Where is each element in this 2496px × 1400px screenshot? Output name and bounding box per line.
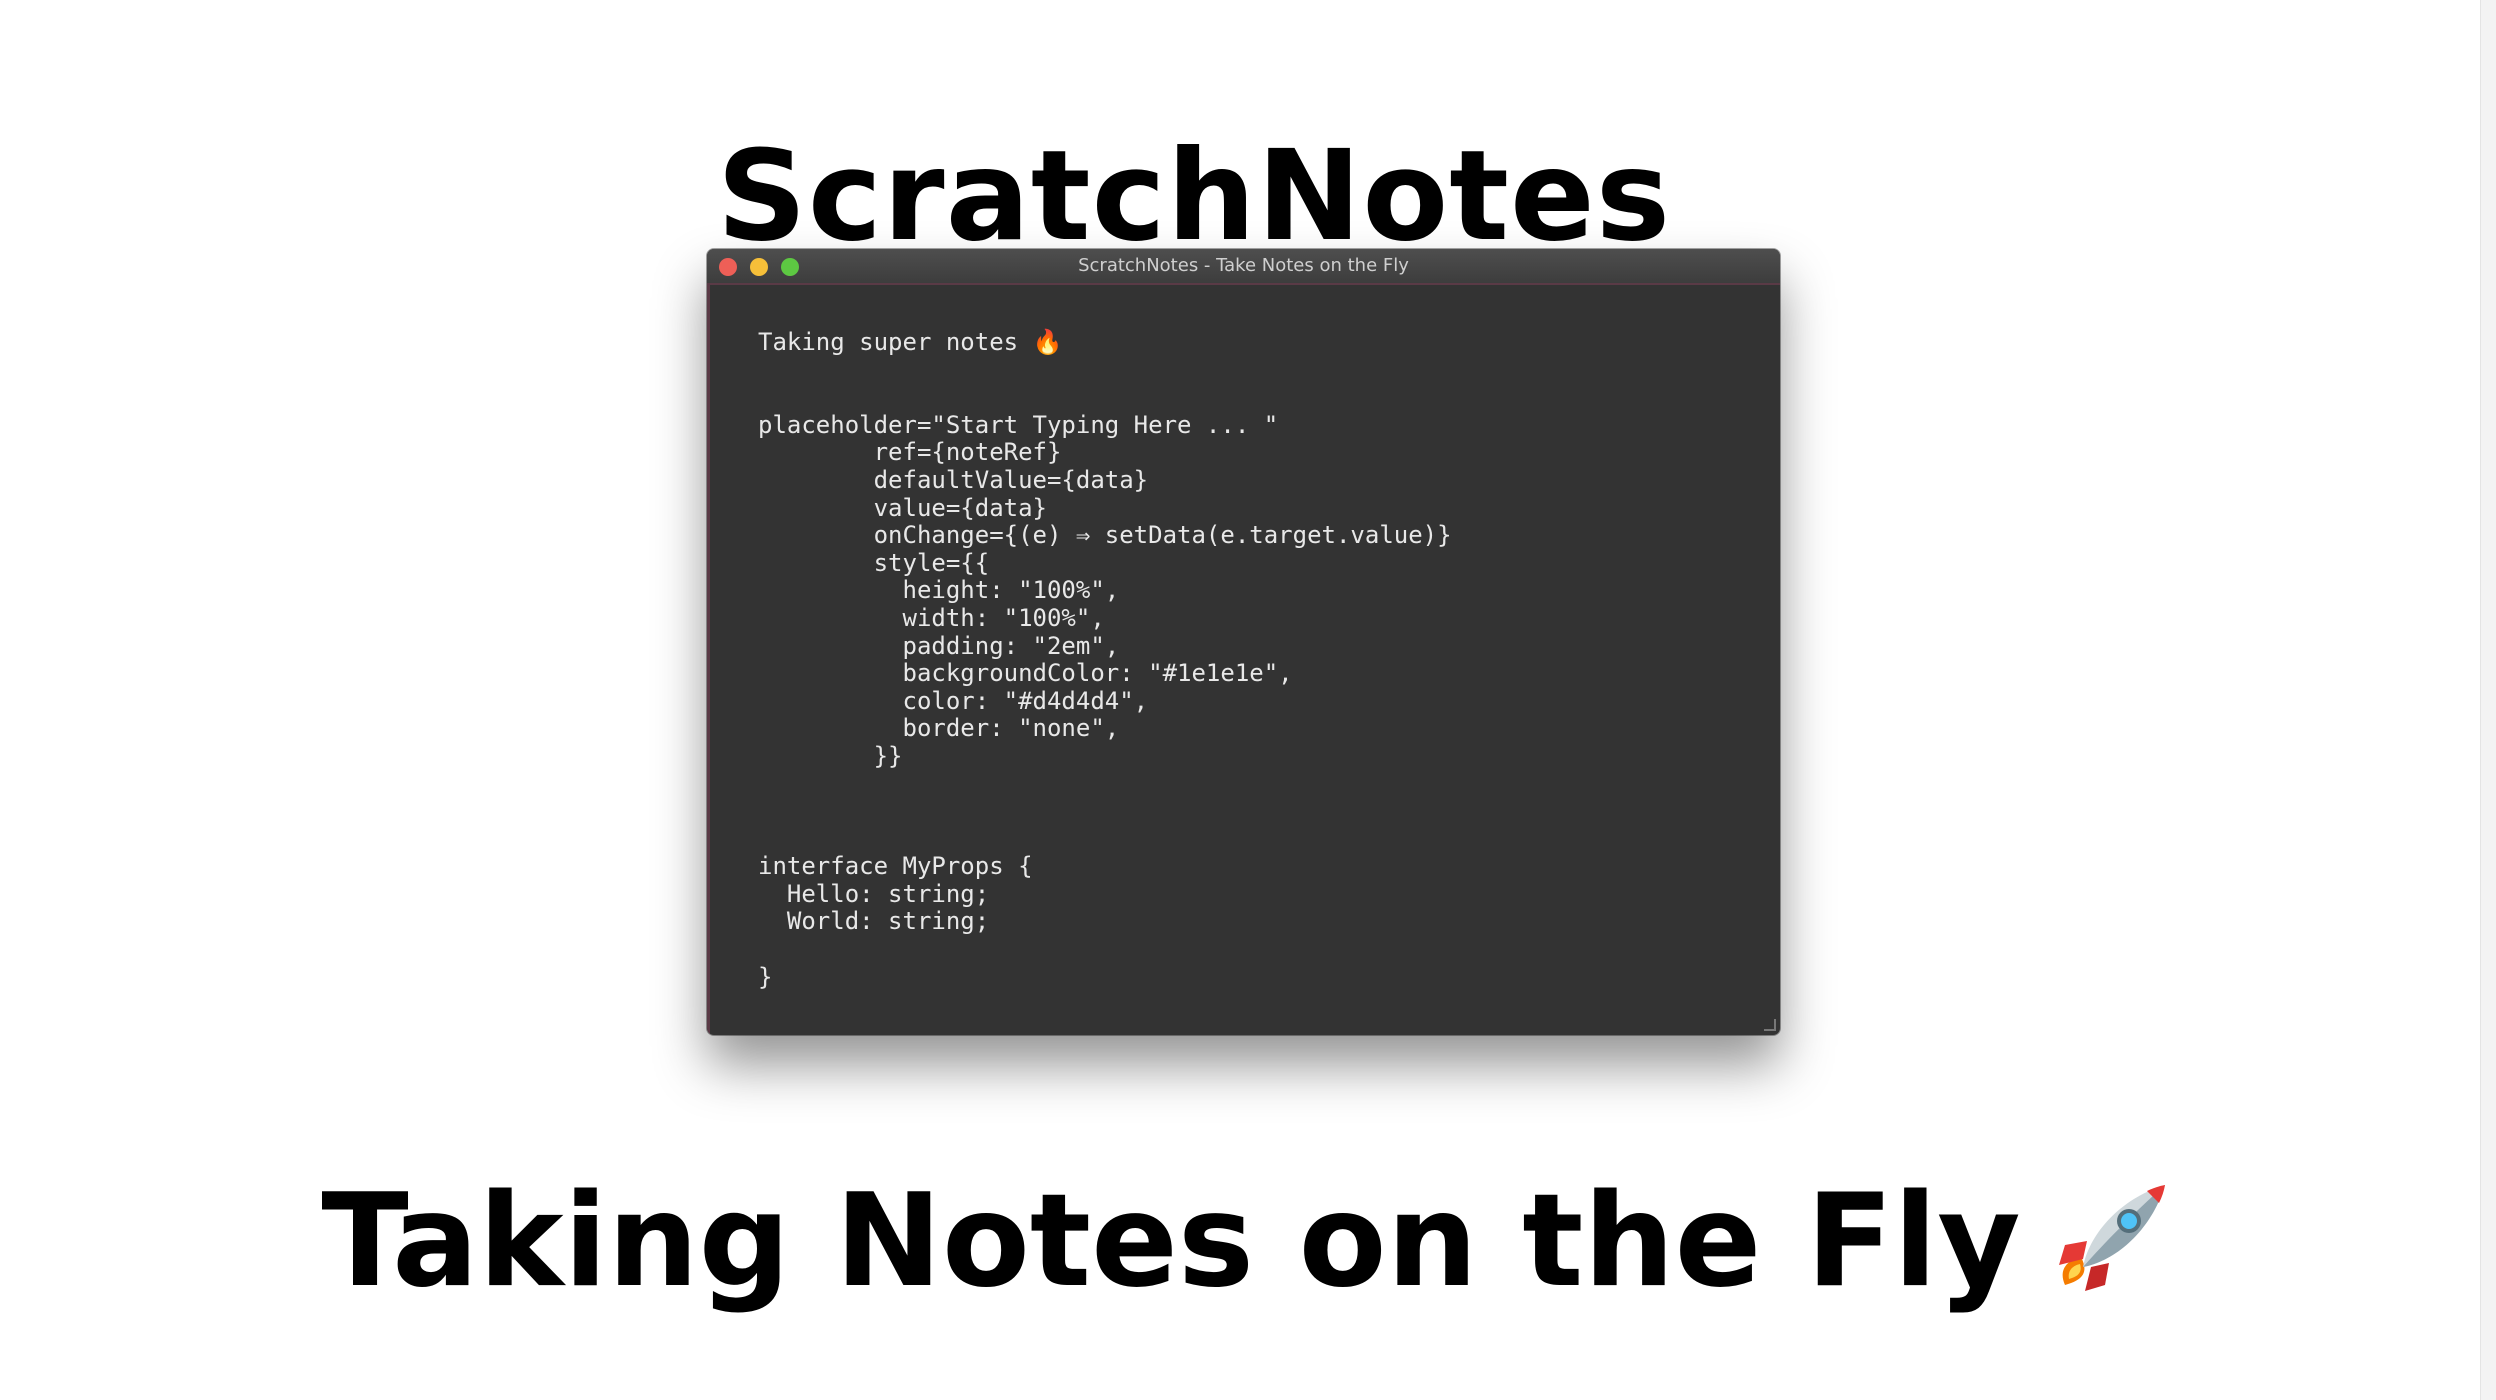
window-title: ScratchNotes - Take Notes on the Fly xyxy=(1078,255,1409,276)
window-accent-border xyxy=(707,285,710,1035)
title-bar[interactable]: ScratchNotes - Take Notes on the Fly xyxy=(707,249,1780,285)
tagline: Taking Notes on the Fly xyxy=(321,1167,2021,1316)
scrollbar-edge xyxy=(2480,0,2496,1400)
note-editor[interactable]: Taking super notes 🔥 placeholder="Start … xyxy=(758,328,1758,991)
tagline-row: Taking Notes on the Fly xyxy=(0,1167,2496,1317)
app-window: ScratchNotes - Take Notes on the Fly Tak… xyxy=(707,249,1780,1035)
resize-grip[interactable] xyxy=(1764,1019,1776,1031)
rocket-icon xyxy=(2047,1167,2175,1303)
